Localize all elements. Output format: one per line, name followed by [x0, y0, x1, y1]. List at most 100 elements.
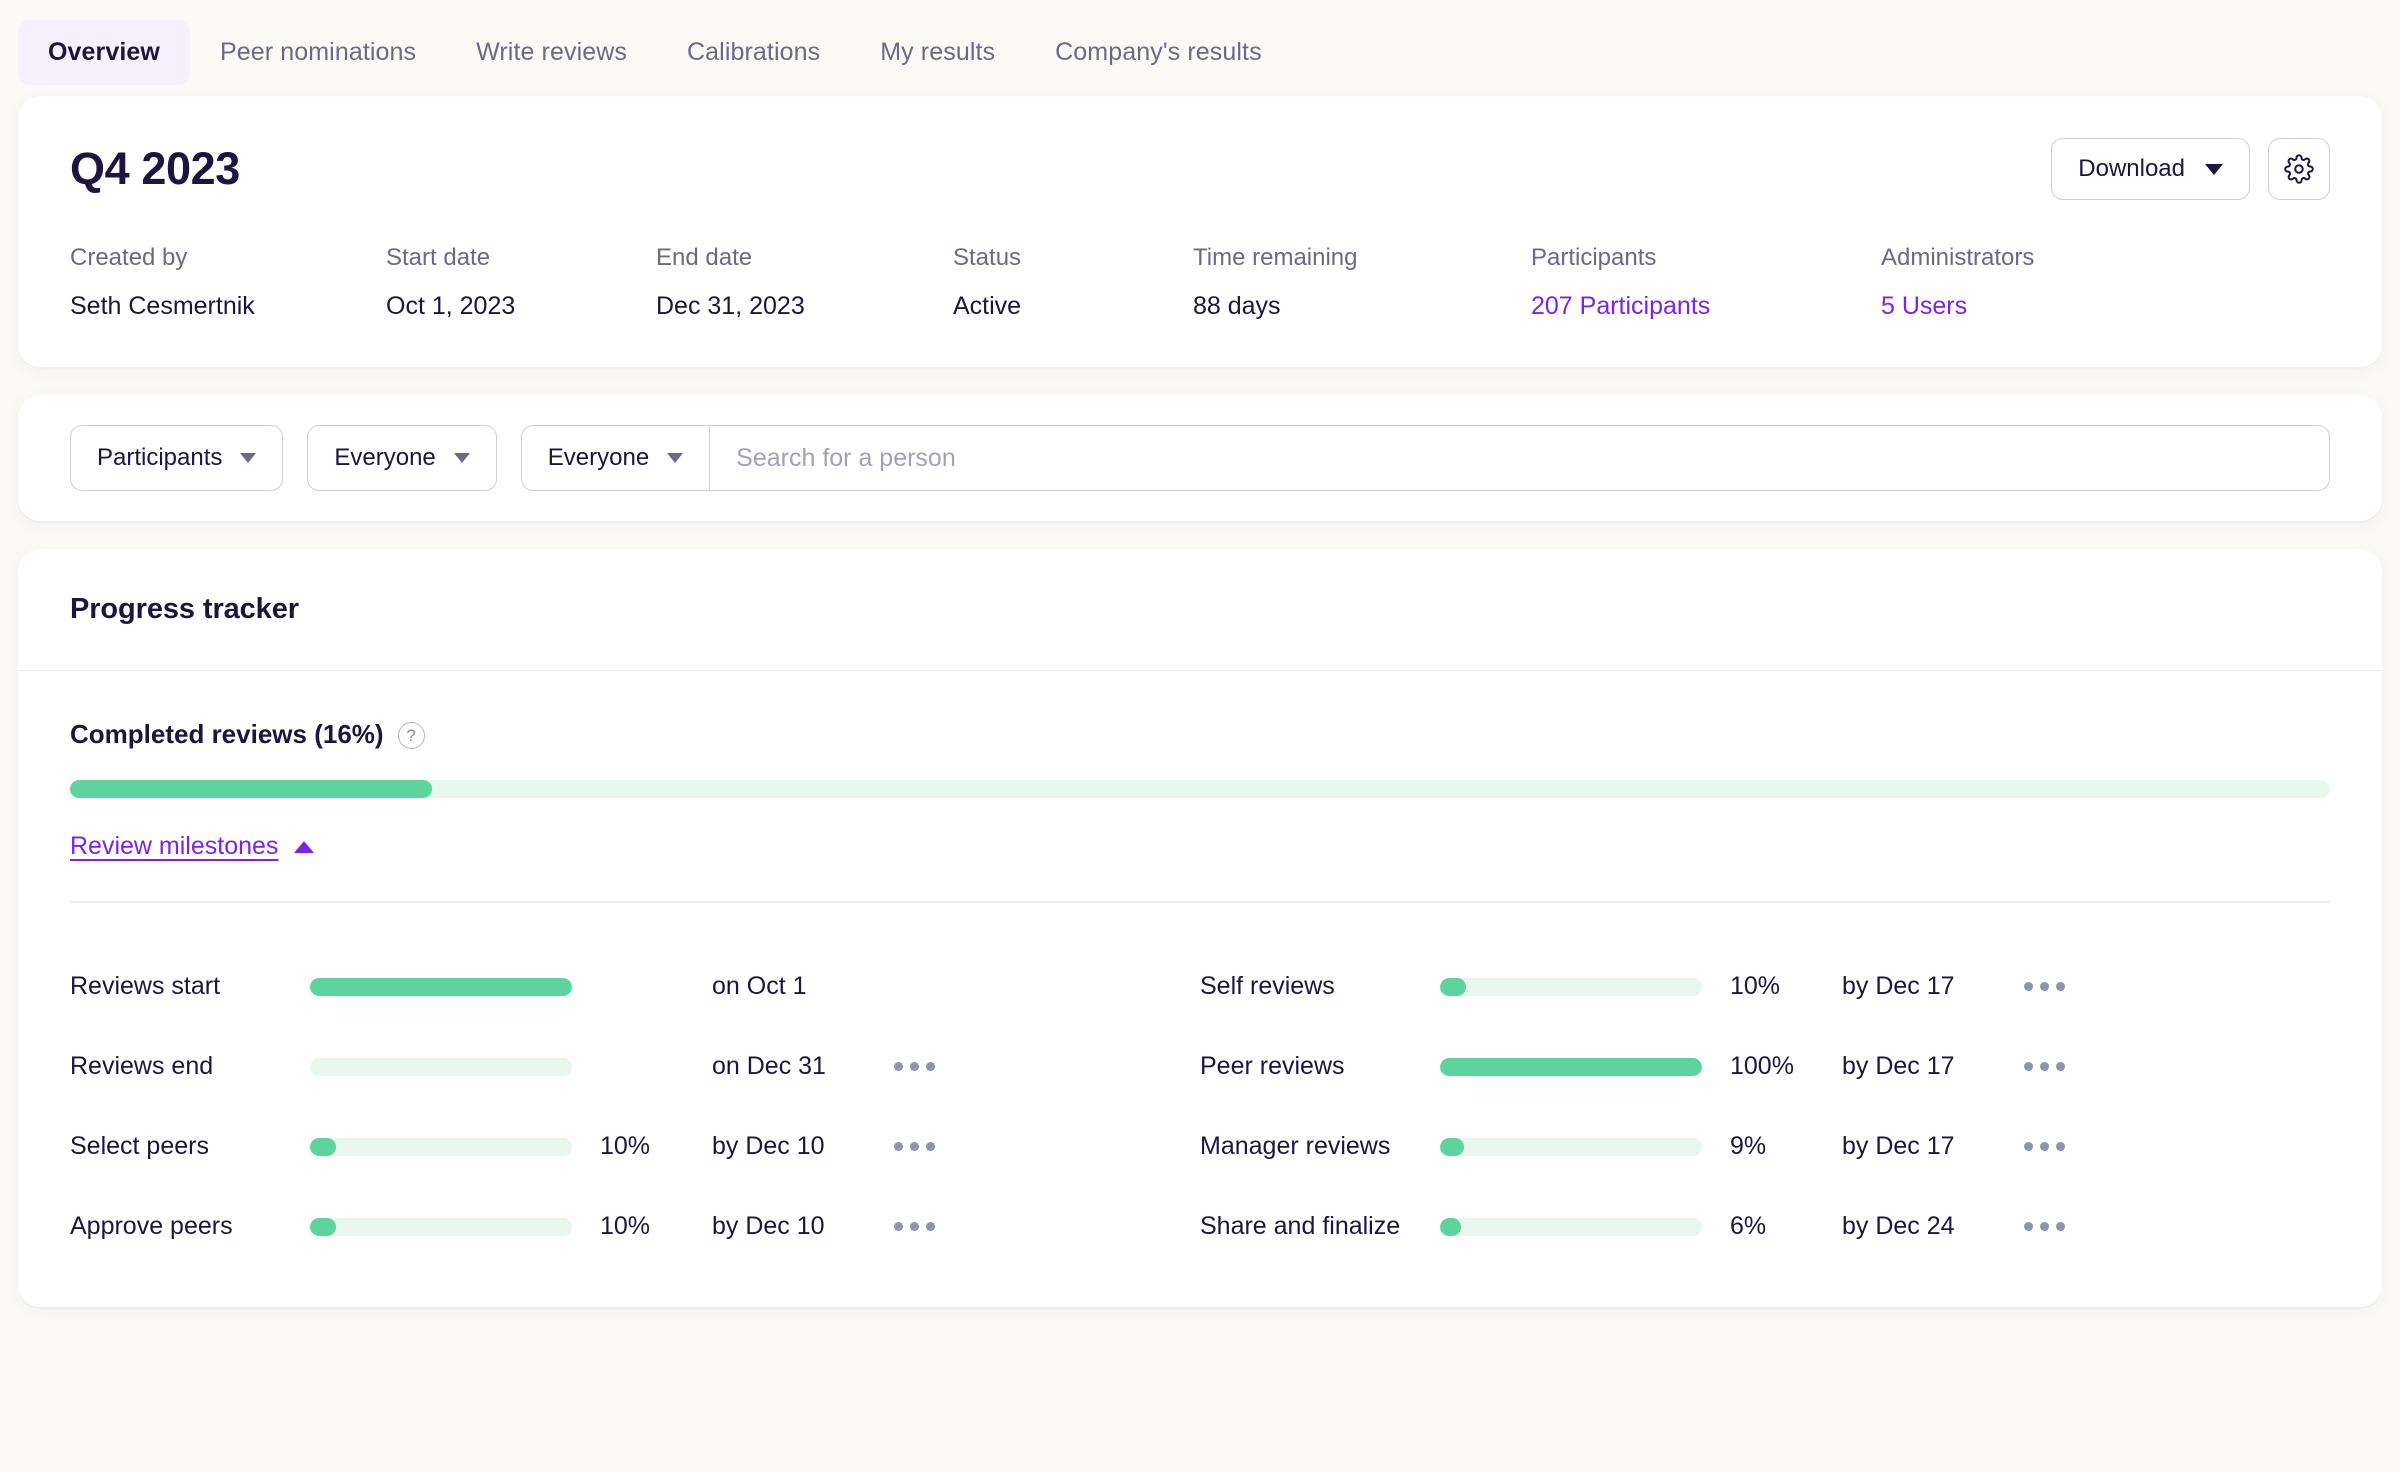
- milestone-progress-cell: [310, 1137, 572, 1156]
- meta-label: Status: [953, 244, 1022, 271]
- milestone-progressbar: [310, 1057, 572, 1076]
- milestone-name: Manager reviews: [1200, 1132, 1391, 1160]
- meta-value[interactable]: 5 Users: [1881, 292, 2034, 321]
- person-scope-select[interactable]: Everyone: [522, 426, 711, 490]
- meta-time-remaining: Time remaining 88 days: [1193, 244, 1531, 321]
- milestone-progressbar: [1440, 1137, 1702, 1156]
- milestone-progressbar: [310, 977, 572, 996]
- dot: [2056, 982, 2065, 991]
- milestones-divider: [70, 901, 2330, 903]
- tab-overview[interactable]: Overview: [18, 19, 190, 85]
- milestone-progress-fill: [310, 1217, 337, 1236]
- milestone-progress-cell: [310, 1057, 572, 1076]
- milestone-overflow-menu-icon[interactable]: [1982, 1222, 2102, 1231]
- milestone-row: Reviews end on Dec 31: [70, 1027, 1200, 1107]
- tab-calibrations[interactable]: Calibrations: [657, 20, 850, 85]
- dot: [2024, 1062, 2033, 1071]
- page-title: Q4 2023: [70, 143, 240, 194]
- milestone-progress-fill: [1440, 1217, 1461, 1236]
- milestone-due-date: by Dec 10: [712, 1212, 825, 1240]
- completed-reviews-row: Completed reviews (16%) ?: [70, 719, 2330, 750]
- dot: [2040, 1142, 2049, 1151]
- milestone-progress-cell: [1440, 1217, 1702, 1236]
- download-button[interactable]: Download: [2051, 138, 2250, 200]
- milestone-overflow-menu-icon[interactable]: [1982, 982, 2102, 991]
- tab-company-s-results[interactable]: Company's results: [1025, 20, 1292, 85]
- tab-peer-nominations[interactable]: Peer nominations: [190, 20, 446, 85]
- milestone-due-date: by Dec 17: [1842, 972, 1955, 1000]
- help-icon[interactable]: ?: [397, 722, 425, 749]
- milestone-percent: 10%: [1730, 972, 1781, 1000]
- meta-value: Dec 31, 2023: [656, 292, 805, 320]
- chevron-down-icon: [667, 453, 684, 463]
- review-milestones-toggle[interactable]: Review milestones: [70, 832, 2330, 861]
- milestone-name: Select peers: [70, 1132, 209, 1160]
- milestone-progress-cell: [310, 1217, 572, 1236]
- meta-start-date: Start date Oct 1, 2023: [386, 244, 656, 321]
- dot: [2056, 1222, 2065, 1231]
- milestone-row: Share and finalize 6% by Dec 24: [1200, 1187, 2330, 1267]
- milestone-overflow-menu-icon[interactable]: [1982, 1062, 2102, 1071]
- dot: [2040, 982, 2049, 991]
- tab-write-reviews[interactable]: Write reviews: [446, 20, 657, 85]
- scope-select-value: Participants: [97, 444, 223, 471]
- milestone-row: Manager reviews 9% by Dec 17: [1200, 1107, 2330, 1187]
- milestone-overflow-menu-icon[interactable]: [852, 1062, 972, 1071]
- milestone-progress-fill: [1440, 1137, 1464, 1156]
- milestone-row: Approve peers 10% by Dec 10: [70, 1187, 1200, 1267]
- milestone-overflow-menu-icon[interactable]: [1982, 1142, 2102, 1151]
- chevron-up-icon: [294, 840, 315, 853]
- chevron-down-icon: [453, 453, 470, 463]
- dot: [926, 1062, 935, 1071]
- milestone-due-date: on Oct 1: [712, 972, 807, 1000]
- milestone-percent: 9%: [1730, 1132, 1767, 1160]
- dot: [910, 1062, 919, 1071]
- dot: [2024, 1142, 2033, 1151]
- meta-value[interactable]: 207 Participants: [1531, 292, 1881, 321]
- dot: [2024, 982, 2033, 991]
- progress-tracker-header: Progress tracker: [18, 549, 2382, 671]
- dot: [910, 1222, 919, 1231]
- tab-my-results[interactable]: My results: [850, 20, 1025, 85]
- milestone-row: Reviews start on Oct 1: [70, 947, 1200, 1027]
- milestone-due-date: on Dec 31: [712, 1052, 826, 1080]
- download-button-label: Download: [2078, 155, 2185, 182]
- meta-label: Participants: [1531, 244, 1657, 271]
- dot: [2056, 1062, 2065, 1071]
- scope-select[interactable]: Participants: [70, 425, 284, 491]
- milestone-progress-cell: [1440, 1137, 1702, 1156]
- milestone-progress-cell: [310, 977, 572, 996]
- main-tabs: Overview Peer nominations Write reviews Cal…: [0, 0, 2400, 90]
- completed-reviews-progressbar: [70, 780, 2330, 798]
- review-milestones-link: Review milestones: [70, 832, 279, 860]
- dot: [894, 1062, 903, 1071]
- milestone-name: Peer reviews: [1200, 1052, 1345, 1080]
- milestone-progress-fill: [310, 977, 572, 996]
- chevron-down-icon: [240, 453, 257, 463]
- cycle-header-top: Q4 2023 Download: [70, 138, 2330, 200]
- completed-reviews-label: Completed reviews (16%): [70, 719, 384, 749]
- search-input[interactable]: [710, 426, 2329, 490]
- milestone-percent: 10%: [600, 1132, 651, 1160]
- cycle-meta-row: Created by Seth Cesmertnik Start date Oct 1…: [70, 244, 2330, 321]
- milestone-percent: 100%: [1730, 1052, 1794, 1080]
- meta-end-date: End date Dec 31, 2023: [656, 244, 953, 321]
- dot: [926, 1222, 935, 1231]
- milestone-progressbar: [1440, 977, 1702, 996]
- group-select[interactable]: Everyone: [307, 425, 497, 491]
- milestone-overflow-menu-icon[interactable]: [852, 1222, 972, 1231]
- meta-status: Status Active: [953, 244, 1193, 321]
- app-page: Overview Peer nominations Write reviews Cal…: [0, 0, 2400, 1472]
- milestone-due-date: by Dec 17: [1842, 1132, 1955, 1160]
- header-actions: Download: [2051, 138, 2330, 200]
- person-scope-select-value: Everyone: [547, 444, 650, 471]
- milestone-percent: 6%: [1730, 1212, 1767, 1240]
- milestone-row: Select peers 10% by Dec 10: [70, 1107, 1200, 1187]
- settings-button[interactable]: [2268, 138, 2330, 200]
- milestone-name: Reviews end: [70, 1052, 214, 1080]
- milestones-column-right: Self reviews 10% by Dec 17 Peer reviews 100%…: [1200, 947, 2330, 1267]
- progress-tracker-card: Progress tracker Completed reviews (16%)…: [18, 549, 2382, 1307]
- meta-label: Administrators: [1881, 244, 2035, 271]
- milestone-overflow-menu-icon[interactable]: [852, 1142, 972, 1151]
- section-title: Progress tracker: [70, 593, 299, 625]
